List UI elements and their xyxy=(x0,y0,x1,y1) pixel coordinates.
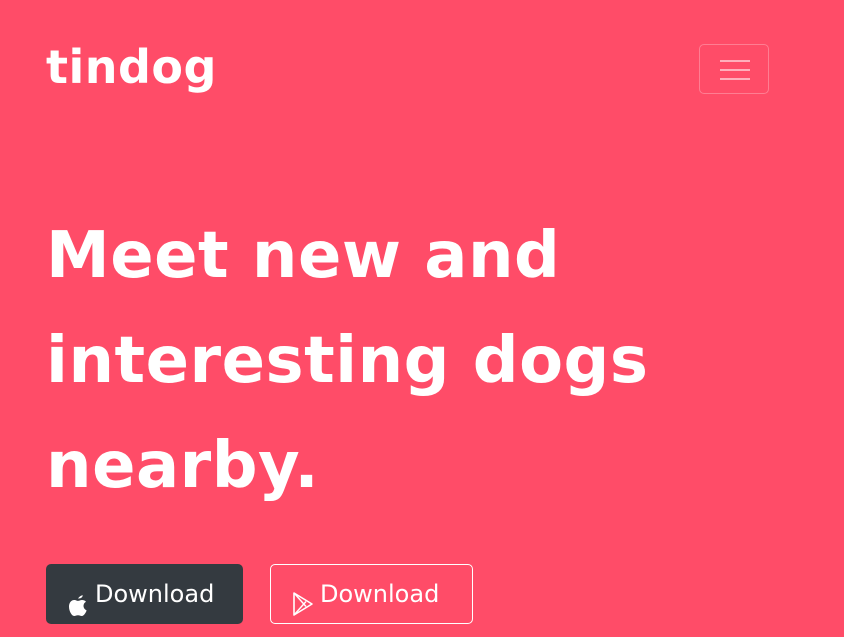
navbar-toggle-button[interactable] xyxy=(699,44,769,94)
brand-logo[interactable]: tindog xyxy=(46,38,217,96)
google-play-icon xyxy=(292,581,314,616)
apple-download-button[interactable]: Download xyxy=(46,564,243,624)
hero-headline: Meet new and interesting dogs nearby. xyxy=(46,219,649,503)
google-play-download-button[interactable]: Download xyxy=(270,564,473,624)
apple-download-label: Download xyxy=(95,580,215,608)
google-play-download-label: Download xyxy=(320,580,440,608)
hamburger-icon xyxy=(720,60,750,80)
navbar: tindog xyxy=(0,0,844,140)
apple-icon xyxy=(67,581,89,616)
